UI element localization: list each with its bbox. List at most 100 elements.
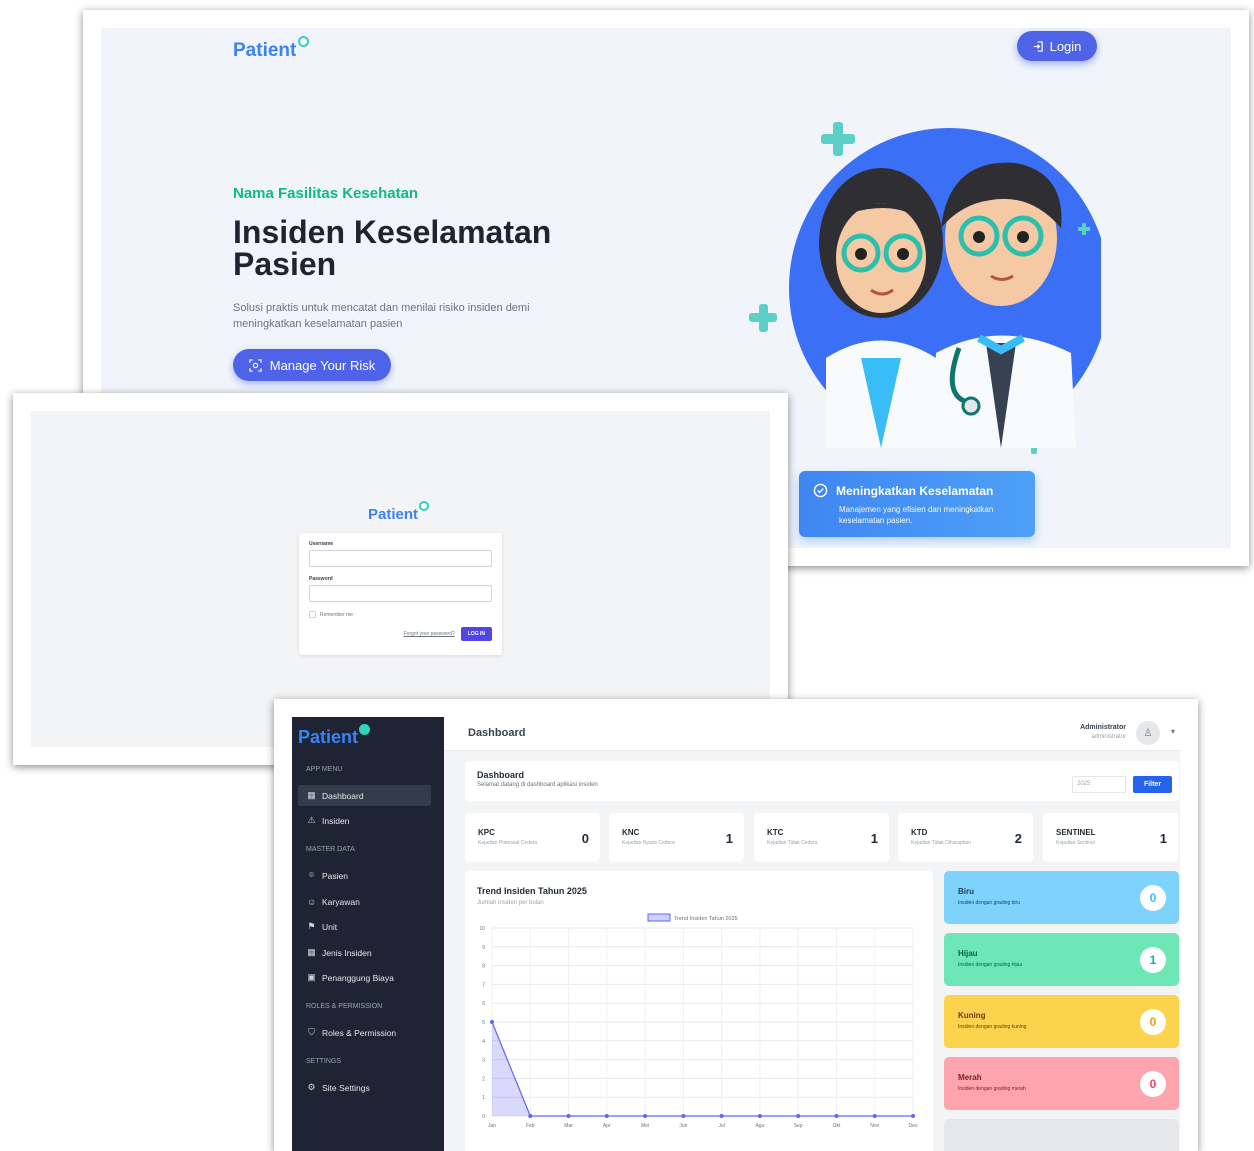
stat-value: 1 — [1159, 831, 1167, 846]
stat-card-ktd: KTD Kejadian Tidak Diharapkan 2 — [898, 813, 1033, 862]
trend-chart: 0 1 2 3 4 5 6 7 8 9 10 Jan Feb Mar Apr Mei Jun Jul Agu Sep O… — [479, 913, 918, 1129]
user-role: administrator — [1091, 734, 1126, 740]
login-button[interactable]: Login — [1017, 31, 1097, 61]
sidebar-item-penanggung-biaya[interactable]: ▣ Penanggung Biaya — [298, 967, 431, 988]
stat-value: 1 — [725, 831, 733, 846]
logo-text: Patient — [233, 40, 297, 61]
sidebar-item-label: Insiden — [322, 815, 350, 826]
grade-value: 0 — [1140, 1071, 1166, 1097]
login-page: Patient Username Password Remember me Fo… — [31, 411, 770, 747]
y-tick-label: 6 — [482, 1001, 485, 1007]
sidebar-item-insiden[interactable]: ⚠ Insiden — [298, 810, 431, 831]
login-actions: Forgot your password? LOG IN — [309, 627, 492, 641]
sidebar-logo-text: Patient — [298, 727, 359, 747]
year-input[interactable]: 2025 — [1072, 776, 1126, 793]
gear-icon: ⚙ — [307, 1082, 316, 1092]
sidebar-section-master-data: MASTER DATA — [306, 846, 355, 853]
sidebar-item-label: Unit — [322, 921, 338, 932]
y-tick-label: 4 — [482, 1039, 485, 1045]
sidebar-item-label: Dashboard — [322, 790, 364, 801]
x-tick-label: Apr — [603, 1123, 611, 1129]
y-tick-label: 1 — [482, 1095, 485, 1101]
sidebar-item-site-settings[interactable]: ⚙ Site Settings — [298, 1077, 431, 1098]
y-tick-label: 3 — [482, 1058, 485, 1064]
sidebar-item-label: Roles & Permission — [322, 1027, 397, 1038]
welcome-card: Dashboard Selamat datang di dashboard ap… — [465, 761, 1179, 801]
stat-desc: Kejadian Nyaris Cedera — [622, 840, 675, 846]
sidebar-section-roles: ROLES & PERMISSION — [306, 1003, 383, 1010]
chart-title: Trend Insiden Tahun 2025 — [477, 886, 587, 896]
grade-value: 0 — [1140, 885, 1166, 911]
sidebar-item-dashboard[interactable]: ▦ Dashboard — [298, 785, 431, 806]
grid-icon: ▦ — [307, 947, 316, 957]
stat-card-sentinel: SENTINEL Kejadian Sentinel 1 — [1043, 813, 1178, 862]
stat-value: 1 — [870, 831, 878, 846]
x-tick-label: Jul — [718, 1123, 724, 1129]
x-tick-label: Agu — [755, 1123, 764, 1129]
username-input[interactable] — [309, 550, 492, 567]
hero-subtitle: Solusi praktis untuk mencatat dan menila… — [233, 302, 530, 330]
page-title: Dashboard — [468, 727, 526, 739]
y-tick-label: 10 — [479, 926, 485, 932]
sidebar-item-label: Penanggung Biaya — [322, 972, 394, 983]
chart-subtitle: Jumlah insiden per bulan — [477, 900, 544, 906]
warning-icon: ⚠ — [307, 815, 316, 825]
stat-code: KNC — [622, 828, 640, 837]
x-tick-label: Des — [909, 1123, 918, 1129]
grade-name: Biru — [958, 887, 974, 896]
data-point — [872, 1114, 877, 1118]
sidebar-section-settings: SETTINGS — [306, 1058, 342, 1065]
x-tick-label: Mei — [641, 1123, 649, 1129]
forgot-password-link[interactable]: Forgot your password? — [404, 631, 455, 637]
sidebar-section-app-menu: APP MENU — [306, 766, 343, 773]
sidebar: Patient APP MENU ▦ Dashboard ⚠ Insiden MAS… — [292, 717, 444, 1151]
legend-swatch — [647, 913, 671, 922]
sidebar-item-unit[interactable]: ⚑ Unit — [298, 916, 431, 937]
plus-icon — [419, 501, 430, 511]
x-tick-label: Nov — [870, 1123, 879, 1129]
sidebar-item-jenis-insiden[interactable]: ▦ Jenis Insiden — [298, 942, 431, 963]
avatar[interactable]: ♙ — [1136, 721, 1160, 745]
login-logo: Patient — [368, 501, 430, 523]
x-tick-label: Jan — [488, 1123, 496, 1129]
username-label: Username — [309, 541, 334, 547]
sidebar-item-pasien[interactable]: ⌾ Pasien — [298, 865, 431, 886]
data-point — [681, 1114, 686, 1118]
chevron-down-icon[interactable]: ▾ — [1171, 727, 1175, 736]
stat-desc: Kejadian Tidak Diharapkan — [911, 840, 971, 846]
stat-card-knc: KNC Kejadian Nyaris Cedera 1 — [609, 813, 744, 862]
stat-desc: Kejadian Potensial Cedera — [478, 840, 538, 846]
data-point — [911, 1114, 915, 1118]
hero-title: Insiden Keselamatan Pasien — [233, 214, 552, 282]
y-tick-label: 7 — [482, 982, 485, 988]
remember-me[interactable]: Remember me — [309, 611, 492, 618]
facility-name: Nama Fasilitas Kesehatan — [233, 185, 419, 202]
x-tick-label: Sep — [794, 1123, 803, 1129]
data-point — [643, 1114, 648, 1118]
stat-desc: Kejadian Sentinel — [1056, 840, 1095, 846]
login-label: Login — [1049, 38, 1082, 54]
sidebar-item-label: Karyawan — [322, 896, 360, 907]
dashboard-app: Patient APP MENU ▦ Dashboard ⚠ Insiden MAS… — [292, 717, 1180, 1151]
grade-name: Hijau — [958, 949, 978, 958]
check-circle-icon — [813, 483, 828, 498]
app-logo[interactable]: Patient — [233, 36, 310, 62]
manage-risk-button[interactable]: Manage Your Risk — [233, 349, 391, 381]
sidebar-logo[interactable]: Patient — [298, 724, 371, 748]
sidebar-item-karyawan[interactable]: ☺ Karyawan — [298, 891, 431, 912]
grade-desc: Insiden dengan grading merah — [958, 1086, 1026, 1092]
data-point — [796, 1114, 801, 1118]
data-point — [566, 1114, 571, 1118]
wallet-icon: ▣ — [307, 972, 316, 982]
sidebar-item-roles-permission[interactable]: ⛉ Roles & Permission — [298, 1022, 431, 1043]
log-in-button[interactable]: LOG IN — [460, 627, 492, 641]
password-input[interactable] — [309, 585, 492, 602]
series-area — [492, 1022, 913, 1116]
y-tick-label: 9 — [482, 945, 485, 951]
shield-icon: ⛉ — [308, 1027, 315, 1037]
stat-code: KTC — [767, 828, 784, 837]
remember-checkbox[interactable] — [309, 611, 316, 618]
x-tick-label: Feb — [526, 1123, 535, 1129]
filter-button[interactable]: Filter — [1133, 776, 1172, 793]
sidebar-item-label: Pasien — [322, 870, 348, 881]
